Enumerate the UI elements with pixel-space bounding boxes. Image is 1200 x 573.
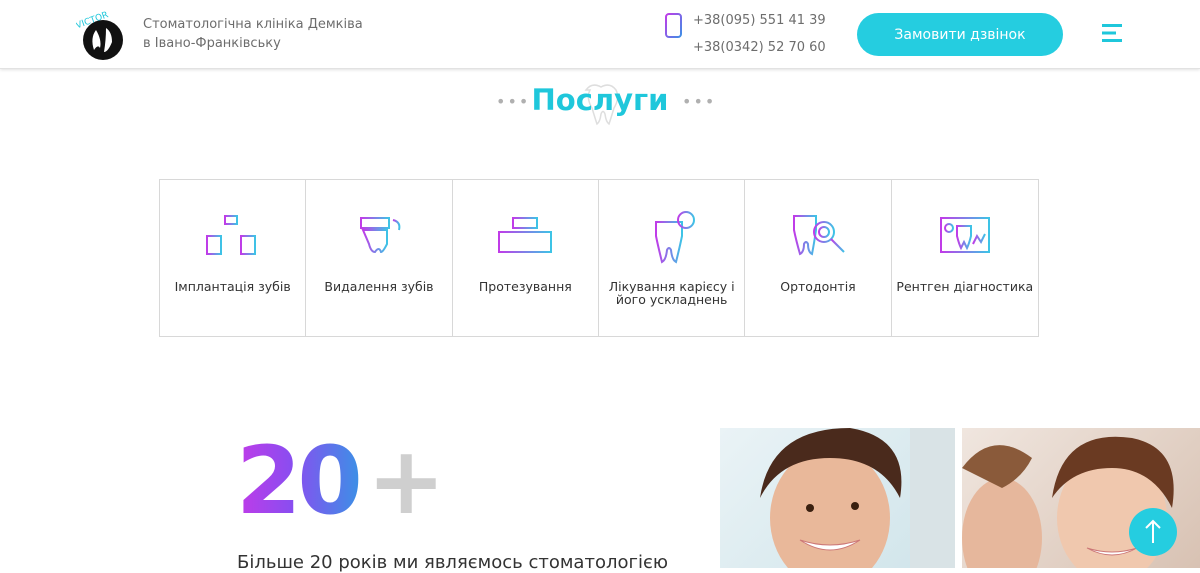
xray-icon [939,217,990,253]
service-label: Рентген діагностика [896,279,1034,294]
tooth-extraction-icon [350,217,407,259]
clinic-name: Стоматологічна клініка Демківа в Івано-Ф… [143,15,363,53]
phone-icon [664,12,684,40]
clinic-logo[interactable]: VICTOR [75,8,134,62]
clinic-name-line2: в Івано-Франківську [143,36,281,51]
service-caries-treatment[interactable]: Лікування карієсу і його ускладнень [599,180,746,336]
services-title: Послуги [531,83,669,117]
order-call-button[interactable]: Замовити дзвінок [857,13,1063,56]
service-label: Видалення зубів [324,279,434,294]
service-label: Ортодонтія [780,279,856,294]
service-label: Протезування [478,279,572,294]
service-label: Імплантація зубів [174,279,291,294]
prosthetics-icon [497,217,554,259]
hamburger-menu-icon[interactable] [1102,23,1124,43]
years-description: Більше 20 років ми являємось стоматологі… [237,552,668,573]
service-extraction[interactable]: Видалення зубів [306,180,453,336]
smiling-patient-photo [720,428,955,568]
clinic-name-line1: Стоматологічна клініка Демківа [143,17,363,32]
years-counter: 20+ [236,432,446,532]
scroll-to-top-button[interactable] [1129,508,1177,556]
orthodontics-icon [792,215,846,261]
services-title-block: ••• Послуги ••• [0,78,1200,128]
arrow-up-icon [1145,519,1161,543]
services-grid: Імплантація зубів Видалення зубів Протез… [159,179,1039,337]
caries-treatment-icon [654,211,695,264]
implant-icon [204,215,261,259]
years-plus: + [366,427,446,536]
service-label: Лікування карієсу і його ускладнень [608,279,735,307]
service-implantation[interactable]: Імплантація зубів [160,180,307,336]
phone-number-2[interactable]: +38(0342) 52 70 60 [693,40,826,55]
site-header: VICTOR Стоматологічна клініка Демківа в … [0,0,1200,69]
service-prosthetics[interactable]: Протезування [453,180,599,336]
title-dots-right: ••• [682,92,717,111]
service-xray[interactable]: Рентген діагностика [892,180,1038,336]
years-number: 20 [236,427,363,536]
service-orthodontics[interactable]: Ортодонтія [745,180,892,336]
phone-number-1[interactable]: +38(095) 551 41 39 [693,13,826,28]
